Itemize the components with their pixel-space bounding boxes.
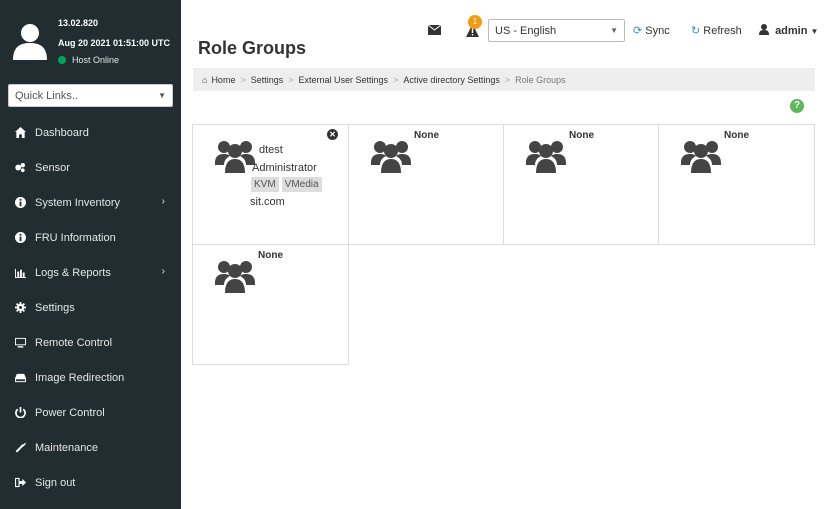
sidebar-item-sign-out[interactable]: Sign out [0, 465, 181, 500]
user-avatar-icon [13, 24, 47, 60]
language-value: US - English [495, 24, 557, 37]
sensor-icon [14, 162, 26, 174]
sync-button[interactable]: ⟳ Sync [633, 24, 670, 37]
breadcrumb: ⌂ Home > Settings > External User Settin… [193, 68, 815, 91]
chart-icon [14, 267, 26, 279]
caret-down-icon: ▼ [158, 91, 166, 100]
user-panel: 13.02.820 Aug 20 2021 01:51:00 UTC Host … [0, 0, 181, 80]
sidebar-item-label: Remote Control [35, 336, 113, 349]
sidebar-item-label: FRU Information [35, 231, 116, 244]
host-status: Host Online [58, 55, 119, 65]
alert-count-badge: 1 [468, 15, 482, 29]
info-icon [14, 232, 26, 244]
caret-down-icon: ▼ [610, 26, 618, 35]
sidebar-item-power-control[interactable]: Power Control [0, 395, 181, 430]
quick-links-select[interactable]: Quick Links.. ▼ [8, 84, 173, 107]
sidebar-item-label: Dashboard [35, 126, 89, 139]
users-icon [681, 139, 721, 173]
firmware-version: 13.02.820 [58, 18, 99, 28]
refresh-button[interactable]: ↻ Refresh [691, 24, 742, 37]
home-icon: ⌂ [202, 74, 208, 85]
sidebar-item-label: Sensor [35, 161, 70, 174]
sidebar-item-label: Image Redirection [35, 371, 125, 384]
bmc-datetime: Aug 20 2021 01:51:00 UTC [58, 38, 171, 48]
breadcrumb-separator: > [393, 74, 399, 85]
role-group-card[interactable]: None [192, 244, 349, 365]
sidebar-item-sensor[interactable]: Sensor [0, 150, 181, 185]
sign-out-icon [14, 477, 26, 489]
sidebar-item-remote-control[interactable]: Remote Control [0, 325, 181, 360]
sidebar: 13.02.820 Aug 20 2021 01:51:00 UTC Host … [0, 0, 181, 509]
users-icon [526, 139, 566, 173]
role-group-name: dtest [259, 144, 283, 156]
user-menu-button[interactable]: admin ▼ [759, 24, 818, 37]
sync-icon: ⟳ [633, 25, 643, 37]
caret-down-icon: ▼ [810, 27, 819, 36]
sidebar-item-label: Power Control [35, 406, 105, 419]
role-group-grid: dtest Administrator KVM VMedia sit.com ✕… [192, 124, 816, 365]
language-select[interactable]: US - English ▼ [488, 19, 625, 42]
user-name: admin [775, 25, 808, 37]
sidebar-nav: Dashboard Sensor System Inventory › FRU … [0, 115, 181, 500]
role-group-privilege: Administrator [252, 162, 317, 174]
info-icon [14, 197, 26, 209]
refresh-icon: ↻ [691, 25, 701, 37]
quick-links-label: Quick Links.. [15, 89, 78, 102]
role-group-card[interactable]: None [348, 124, 505, 245]
role-group-card[interactable]: None [503, 124, 660, 245]
sidebar-item-dashboard[interactable]: Dashboard [0, 115, 181, 150]
sidebar-item-logs-reports[interactable]: Logs & Reports › [0, 255, 181, 290]
sidebar-item-label: Maintenance [35, 441, 98, 454]
sync-label: Sync [645, 25, 670, 37]
drive-icon [14, 372, 26, 384]
permission-tag: KVM [251, 177, 279, 192]
sidebar-item-settings[interactable]: Settings [0, 290, 181, 325]
breadcrumb-separator: > [240, 74, 246, 85]
role-group-card[interactable]: None [658, 124, 815, 245]
user-icon [759, 24, 769, 35]
permission-tag: VMedia [281, 177, 322, 192]
help-icon[interactable]: ? [790, 99, 804, 113]
mail-icon[interactable] [428, 25, 441, 35]
sidebar-item-system-inventory[interactable]: System Inventory › [0, 185, 181, 220]
wrench-icon [14, 442, 26, 454]
role-group-card[interactable]: dtest Administrator KVM VMedia sit.com ✕ [192, 124, 349, 245]
power-icon [14, 407, 26, 419]
breadcrumb-separator: > [288, 74, 294, 85]
breadcrumb-external-user-settings[interactable]: External User Settings [299, 75, 389, 85]
sidebar-item-fru-information[interactable]: FRU Information [0, 220, 181, 255]
page-title: Role Groups [198, 38, 307, 58]
monitor-icon [14, 337, 26, 349]
delete-icon[interactable]: ✕ [327, 129, 338, 140]
users-icon [371, 139, 411, 173]
chevron-right-icon: › [161, 266, 165, 277]
breadcrumb-separator: > [504, 74, 511, 85]
sidebar-item-label: System Inventory [35, 196, 120, 209]
breadcrumb-active-directory-settings[interactable]: Active directory Settings [403, 75, 500, 85]
sidebar-item-label: Logs & Reports [35, 266, 111, 279]
host-status-label: Host Online [72, 55, 120, 65]
dashboard-icon [14, 127, 26, 139]
sidebar-item-image-redirection[interactable]: Image Redirection [0, 360, 181, 395]
role-group-domain: sit.com [250, 196, 285, 208]
breadcrumb-home[interactable]: Home [211, 75, 235, 85]
sidebar-item-label: Settings [35, 301, 75, 314]
sidebar-item-label: Sign out [35, 476, 76, 489]
breadcrumb-settings[interactable]: Settings [251, 75, 284, 85]
breadcrumb-role-groups: Role Groups [515, 74, 566, 85]
role-group-permissions: KVM VMedia [251, 177, 325, 192]
chevron-right-icon: › [161, 196, 165, 207]
status-dot-icon [58, 56, 66, 64]
refresh-label: Refresh [703, 25, 742, 37]
gear-icon [14, 302, 26, 314]
users-icon [215, 139, 255, 173]
users-icon [215, 259, 255, 293]
sidebar-item-maintenance[interactable]: Maintenance [0, 430, 181, 465]
